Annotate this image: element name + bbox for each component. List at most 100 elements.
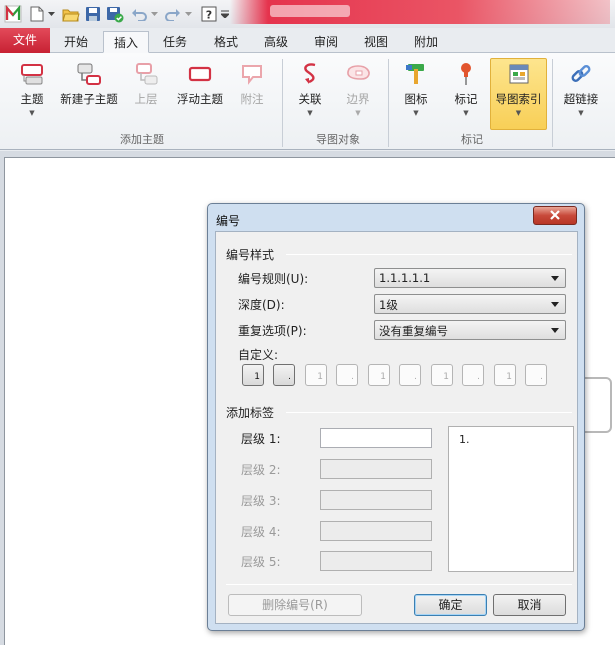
custom-separator-box[interactable]: . [399, 364, 421, 386]
svg-text:?: ? [206, 9, 212, 22]
new-file-icon[interactable] [28, 4, 46, 24]
custom-label: 自定义: [238, 348, 279, 362]
boundary-dropdown-icon: ▼ [355, 109, 361, 117]
app-logo-icon [2, 4, 24, 24]
window-title-area [230, 0, 610, 24]
undo-dropdown-icon[interactable] [149, 4, 159, 24]
numbering-style-heading: 编号样式 [226, 248, 275, 262]
level-2-input[interactable] [320, 459, 432, 479]
group-label-add-topic: 添加主题 [120, 133, 164, 146]
tab-review[interactable]: 审阅 [305, 31, 347, 53]
level-2-label: 层级 2: [241, 463, 281, 477]
topic-button[interactable]: 主题 ▼ [6, 59, 58, 123]
rule-select[interactable]: 1.1.1.1.1 [374, 268, 566, 288]
undo-icon[interactable] [129, 4, 149, 24]
tab-file[interactable]: 文件 [0, 28, 50, 53]
numbering-dialog: 编号 编号样式 编号规则(U): 1.1.1.1.1 深度(D): 1级 重复选… [207, 203, 585, 631]
custom-format-box[interactable]: 1 [431, 364, 453, 386]
callout-icon [232, 59, 272, 89]
redo-dropdown-icon[interactable] [183, 4, 193, 24]
custom-separator-box[interactable]: . [336, 364, 358, 386]
ribbon-tabs: 文件 开始 插入 任务 格式 高级 审阅 视图 附加 [0, 28, 615, 53]
open-folder-icon[interactable] [60, 4, 82, 24]
chevron-down-icon [551, 328, 559, 333]
new-dropdown-icon[interactable] [46, 4, 56, 24]
dialog-body: 编号样式 编号规则(U): 1.1.1.1.1 深度(D): 1级 重复选项(P… [215, 231, 578, 624]
group-label-map-objects: 导图对象 [316, 133, 360, 146]
help-icon[interactable]: ? [199, 4, 219, 24]
group-label-markers: 标记 [461, 133, 483, 146]
parent-topic-icon [126, 59, 166, 89]
ok-button[interactable]: 确定 [414, 594, 487, 616]
tab-task[interactable]: 任务 [155, 31, 195, 53]
hyperlink-dropdown-icon: ▼ [578, 109, 584, 117]
depth-select[interactable]: 1级 [374, 294, 566, 314]
level-3-input[interactable] [320, 490, 432, 510]
floating-topic-button[interactable]: 浮动主题 [172, 59, 228, 123]
custom-format-box[interactable]: 1 [494, 364, 516, 386]
tab-home[interactable]: 开始 [56, 31, 96, 53]
numbering-preview: 1. [448, 426, 574, 572]
icon-button[interactable]: 图标 ▼ [396, 59, 436, 123]
cancel-button[interactable]: 取消 [493, 594, 566, 616]
save-icon[interactable] [83, 4, 103, 24]
custom-format-box[interactable]: 1 [242, 364, 264, 386]
repeat-label: 重复选项(P): [238, 324, 307, 338]
add-label-heading: 添加标签 [226, 406, 275, 420]
custom-separator-box[interactable]: . [525, 364, 547, 386]
custom-separator-box[interactable]: . [273, 364, 295, 386]
preview-text: 1. [459, 433, 470, 446]
level-3-label: 层级 3: [241, 494, 281, 508]
tab-format[interactable]: 格式 [205, 31, 247, 53]
boundary-button[interactable]: 边界 ▼ [336, 59, 380, 123]
tab-addins[interactable]: 附加 [405, 31, 447, 53]
new-subtopic-button[interactable]: 新建子主题 [58, 59, 120, 123]
chevron-down-icon [551, 302, 559, 307]
relationship-dropdown-icon: ▼ [307, 109, 313, 117]
custom-format-box[interactable]: 1 [305, 364, 327, 386]
icon-dropdown-icon: ▼ [413, 109, 419, 117]
save-all-icon[interactable] [104, 4, 126, 24]
boundary-icon [336, 59, 380, 89]
depth-label: 深度(D): [238, 298, 285, 312]
floating-topic-icon [172, 59, 228, 89]
map-index-dropdown-icon: ▼ [515, 109, 522, 117]
level-1-input[interactable] [320, 428, 432, 448]
close-button[interactable] [533, 206, 577, 225]
chain-link-icon [558, 59, 604, 89]
close-icon [549, 209, 561, 223]
title-bar: ? [0, 0, 615, 28]
subtopic-icon [58, 59, 120, 89]
custom-format-box[interactable]: 1 [368, 364, 390, 386]
level-5-label: 层级 5: [241, 555, 281, 569]
topic-icon [6, 59, 58, 89]
delete-numbering-button[interactable]: 删除编号(R) [228, 594, 362, 616]
relationship-icon [288, 59, 332, 89]
relationship-button[interactable]: 关联 ▼ [288, 59, 332, 123]
tab-insert[interactable]: 插入 [103, 31, 149, 53]
parent-topic-button[interactable]: 上层 [126, 59, 166, 123]
map-index-icon [491, 59, 546, 89]
icon-marker-icon [396, 59, 436, 89]
pushpin-icon [446, 59, 486, 89]
redo-icon[interactable] [163, 4, 183, 24]
chevron-down-icon [551, 276, 559, 281]
dialog-title: 编号 [216, 214, 241, 228]
ribbon: 主题 ▼ 新建子主题 上层 浮动主题 附注 添加主题 关联 ▼ 边界 ▼ 导图对… [0, 53, 615, 150]
tab-advanced[interactable]: 高级 [255, 31, 297, 53]
customize-quick-access-icon[interactable] [220, 4, 230, 24]
level-5-input[interactable] [320, 551, 432, 571]
level-4-label: 层级 4: [241, 525, 281, 539]
map-index-button[interactable]: 导图索引 ▼ [490, 58, 547, 130]
topic-dropdown-icon: ▼ [29, 109, 35, 117]
repeat-select[interactable]: 没有重复编号 [374, 320, 566, 340]
tab-view[interactable]: 视图 [355, 31, 397, 53]
marker-button[interactable]: 标记 ▼ [446, 59, 486, 123]
hyperlink-button[interactable]: 超链接 ▼ [558, 59, 604, 123]
callout-button[interactable]: 附注 [232, 59, 272, 123]
marker-dropdown-icon: ▼ [463, 109, 469, 117]
level-4-input[interactable] [320, 521, 432, 541]
rule-label: 编号规则(U): [238, 272, 309, 286]
level-1-label: 层级 1: [241, 432, 281, 446]
custom-separator-box[interactable]: . [462, 364, 484, 386]
